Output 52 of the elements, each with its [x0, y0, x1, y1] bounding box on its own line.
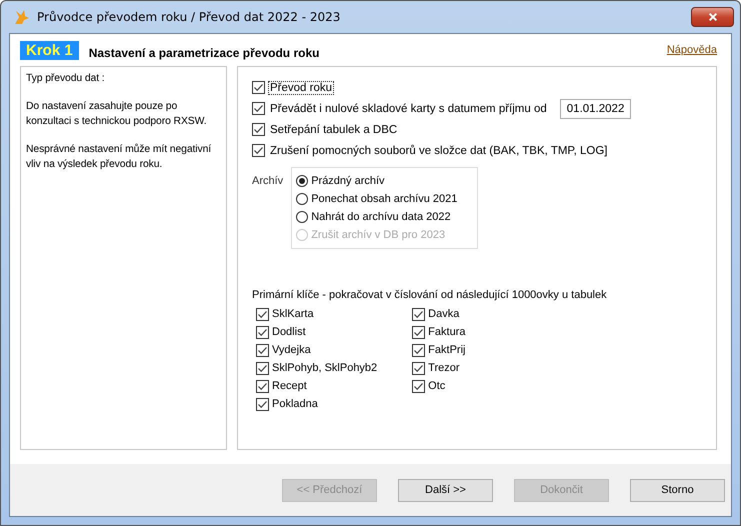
checkbox[interactable]	[412, 380, 426, 392]
radio-button[interactable]	[296, 211, 308, 223]
table-label: Recept	[272, 380, 307, 392]
radio-button[interactable]	[296, 193, 308, 205]
checkbox[interactable]	[252, 123, 265, 136]
checkbox[interactable]	[252, 102, 265, 115]
radio-label: Nahrát do archívu data 2022	[311, 211, 451, 223]
window-title: Průvodce převodem roku / Převod dat 2022 - 2023	[37, 10, 340, 24]
table-label: Trezor	[428, 362, 460, 374]
radio-button[interactable]	[296, 175, 308, 187]
table-label: Vydejka	[272, 344, 311, 356]
radio-label: Zrušit archív v DB pro 2023	[311, 229, 446, 241]
close-button[interactable]	[691, 7, 734, 27]
archive-label: Archív	[252, 174, 284, 189]
wizard-button[interactable]: Storno	[630, 478, 725, 502]
table-label: SklKarta	[272, 308, 314, 320]
checkbox[interactable]	[256, 380, 269, 392]
table-label: FaktPrij	[428, 344, 466, 356]
option-label: Setřepání tabulek a DBC	[269, 122, 398, 136]
table-label: SklPohyb, SklPohyb2	[272, 362, 378, 374]
table-label: Dodlist	[272, 326, 306, 338]
checkbox[interactable]	[412, 344, 426, 356]
option-label: Převod roku	[268, 80, 334, 94]
checkbox[interactable]	[252, 144, 265, 157]
table-label: Otc	[428, 380, 446, 392]
checkbox[interactable]	[256, 344, 269, 356]
primary-keys-label: Primární klíče - pokračovat v číslování od následující 1000ovky u tabulek	[252, 289, 607, 301]
checkbox[interactable]	[256, 398, 269, 410]
checkbox[interactable]	[412, 362, 426, 374]
info-text: Do nastavení zasahujte pouze po konzultaci s technickou podporo RXSW.	[26, 100, 208, 129]
step-badge: Krok 1	[20, 40, 79, 60]
option-label: Zrušení pomocných souborů ve složce dat (BAK, TBK, TMP, LOG]	[269, 144, 608, 158]
option-label: Převádět i nulové skladové karty s datumem příjmu od	[269, 102, 548, 116]
table-label: Davka	[428, 308, 460, 320]
table-label: Faktura	[428, 326, 466, 338]
wizard-button[interactable]: Další >>	[398, 478, 493, 502]
step-title: Nastavení a parametrizace převodu roku	[88, 46, 320, 60]
close-icon	[706, 12, 718, 22]
radio-label: Prázdný archív	[311, 175, 385, 187]
checkbox[interactable]	[252, 81, 265, 94]
fox-icon	[13, 8, 31, 26]
checkbox[interactable]	[412, 326, 426, 338]
info-text: Typ převodu dat :	[26, 72, 106, 86]
checkbox[interactable]	[256, 362, 269, 374]
info-text: Nesprávné nastavení může mít negativní vliv na výsledek převodu roku.	[26, 142, 212, 172]
checkbox[interactable]	[256, 308, 269, 320]
help-link[interactable]: Nápověda	[666, 44, 717, 56]
radio-label: Ponechat obsah archívu 2021	[311, 193, 458, 205]
table-label: Pokladna	[272, 398, 318, 410]
checkbox[interactable]	[412, 308, 426, 320]
date-field[interactable]: 01.01.2022	[560, 98, 632, 118]
checkbox[interactable]	[256, 326, 269, 338]
